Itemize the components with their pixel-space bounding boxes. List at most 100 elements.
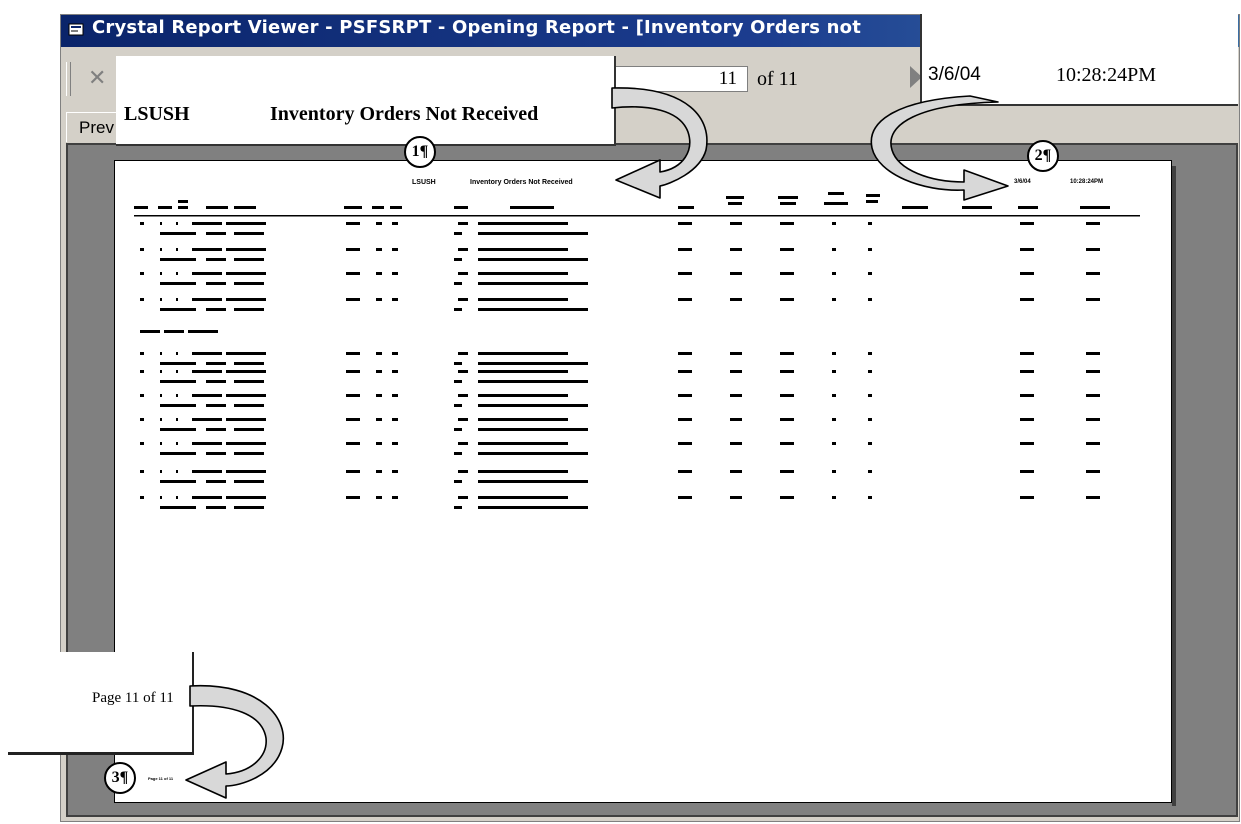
report-cell-mark (346, 298, 360, 301)
report-cell-mark (678, 418, 692, 421)
report-cell-mark (206, 362, 226, 365)
report-cell-mark (780, 470, 794, 473)
report-cell-mark (478, 452, 588, 455)
report-cell-mark (346, 394, 360, 397)
report-cell-mark (832, 298, 836, 301)
report-cell-mark (160, 418, 162, 421)
report-cell-mark (780, 496, 794, 499)
report-cell-mark (226, 496, 266, 499)
report-cell-mark (176, 272, 178, 275)
report-cell-mark (478, 352, 568, 355)
report-cell-mark (478, 380, 588, 383)
report-cell-mark (176, 394, 178, 397)
report-cell-mark (458, 298, 468, 301)
page-total-label: of 11 (757, 68, 798, 90)
report-cell-mark (730, 442, 742, 445)
report-cell-mark (346, 442, 360, 445)
report-cell-mark (478, 480, 588, 483)
report-cell-mark (780, 298, 794, 301)
report-cell-mark (454, 506, 462, 509)
report-cell-mark (140, 418, 144, 421)
report-cell-mark (234, 506, 264, 509)
report-cell-mark (346, 470, 360, 473)
report-cell-mark (392, 272, 398, 275)
report-cell-mark (454, 362, 462, 365)
report-group-label-mark (140, 330, 160, 333)
report-cell-mark (832, 222, 836, 225)
report-cell-mark (346, 352, 360, 355)
report-cell-mark (730, 248, 742, 251)
report-cell-mark (458, 470, 468, 473)
report-cell-mark (226, 352, 266, 355)
report-cell-mark (376, 470, 382, 473)
report-cell-mark (868, 496, 872, 499)
report-cell-mark (478, 470, 568, 473)
report-cell-mark (1020, 442, 1034, 445)
report-cell-mark (160, 298, 162, 301)
marker-2: 2¶ (1027, 140, 1059, 172)
report-cell-mark (226, 370, 266, 373)
report-cell-mark (160, 248, 162, 251)
report-cell-mark (376, 496, 382, 499)
report-cell-mark (454, 258, 462, 261)
report-cell-mark (458, 496, 468, 499)
report-cell-mark (234, 362, 264, 365)
report-cell-mark (1086, 352, 1100, 355)
report-cell-mark (478, 404, 588, 407)
report-cell-mark (234, 282, 264, 285)
report-cell-mark (868, 394, 872, 397)
marker-1: 1¶ (404, 136, 436, 168)
report-group-label-mark (164, 330, 184, 333)
report-cell-mark (1020, 370, 1034, 373)
report-group-label-mark (188, 330, 218, 333)
report-cell-mark (1086, 272, 1100, 275)
report-cell-mark (392, 418, 398, 421)
report-cell-mark (160, 222, 162, 225)
callout-report-code: LSUSH (124, 103, 190, 125)
report-cell-mark (376, 222, 382, 225)
report-cell-mark (678, 370, 692, 373)
callout-box-2 (920, 14, 1238, 106)
report-cell-mark (454, 282, 462, 285)
report-cell-mark (206, 308, 226, 311)
report-cell-mark (868, 352, 872, 355)
report-cell-mark (234, 258, 264, 261)
report-cell-mark (140, 470, 144, 473)
report-cell-mark (730, 394, 742, 397)
report-cell-mark (176, 248, 178, 251)
page-number-input[interactable]: 11 (612, 66, 748, 92)
report-cell-mark (234, 480, 264, 483)
report-cell-mark (1020, 222, 1034, 225)
report-cell-mark (140, 394, 144, 397)
report-cell-mark (376, 298, 382, 301)
callout-box-1 (116, 56, 616, 146)
report-cell-mark (780, 370, 794, 373)
report-cell-mark (832, 272, 836, 275)
report-cell-mark (780, 272, 794, 275)
report-cell-mark (458, 352, 468, 355)
report-cell-mark (678, 442, 692, 445)
report-cell-mark (458, 442, 468, 445)
report-code: LSUSH (412, 179, 436, 186)
report-cell-mark (160, 272, 162, 275)
report-cell-mark (832, 352, 836, 355)
report-cell-mark (1086, 298, 1100, 301)
report-cell-mark (478, 298, 568, 301)
close-icon[interactable]: ✕ (88, 66, 106, 91)
report-cell-mark (832, 370, 836, 373)
report-cell-mark (454, 480, 462, 483)
report-title: Inventory Orders Not Received (470, 179, 573, 186)
report-cell-mark (226, 418, 266, 421)
report-cell-mark (1086, 418, 1100, 421)
report-cell-mark (832, 394, 836, 397)
callout-date: 3/6/04 (928, 64, 981, 85)
report-cell-mark (176, 470, 178, 473)
report-cell-mark (376, 352, 382, 355)
report-cell-mark (140, 272, 144, 275)
report-cell-mark (780, 352, 794, 355)
app-icon (68, 23, 84, 36)
toolbar-grip[interactable] (66, 62, 71, 96)
report-cell-mark (1020, 418, 1034, 421)
report-cell-mark (192, 352, 222, 355)
report-cell-mark (478, 222, 568, 225)
